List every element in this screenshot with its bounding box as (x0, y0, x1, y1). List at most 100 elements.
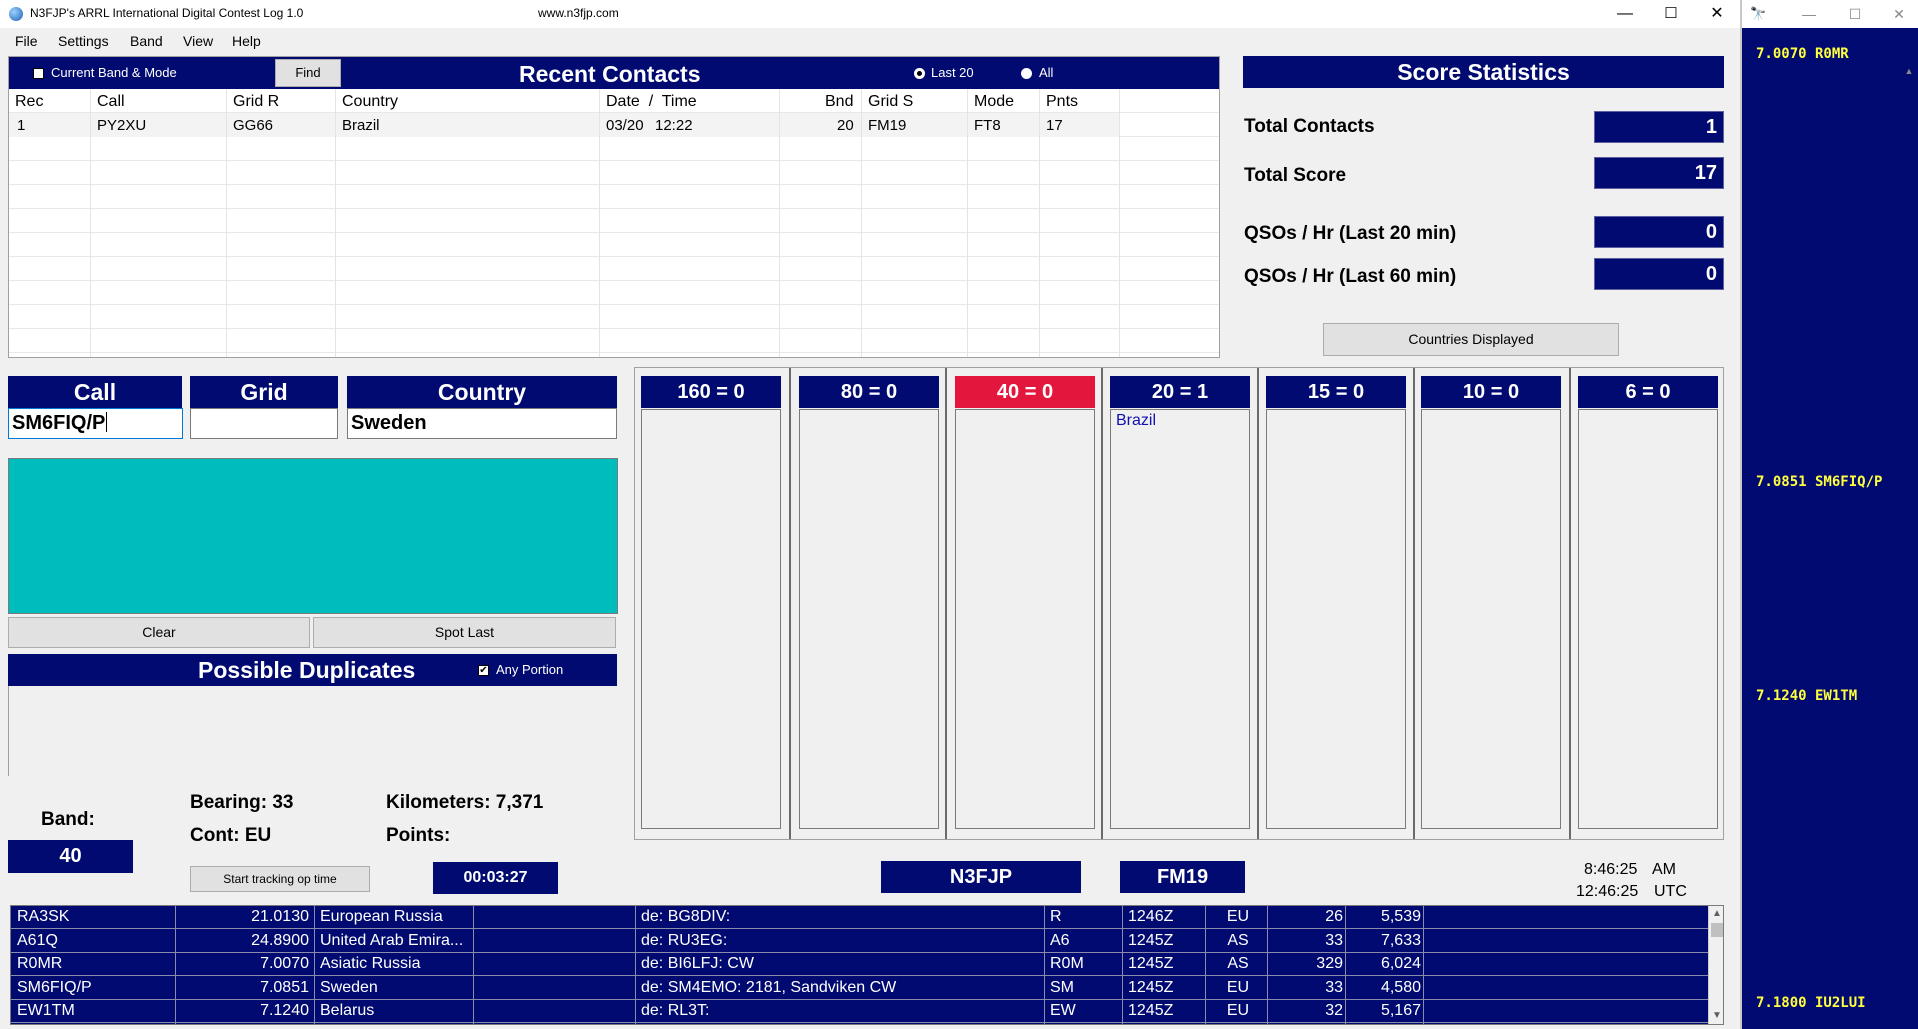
menu-help[interactable]: Help (232, 33, 261, 49)
spot-call: R0MR (17, 955, 63, 972)
spot-row[interactable]: A61Q 24.8900 United Arab Emira... de: RU3EG… (11, 930, 1709, 953)
col-header-date-time[interactable]: Date / Time (606, 93, 697, 111)
band-15-header: 15 = 0 (1266, 376, 1406, 408)
recent-contacts-header: Current Band & Mode Find Recent Contacts… (9, 57, 1219, 89)
spot-time: 1245Z (1128, 931, 1174, 949)
info-display-box (8, 458, 618, 614)
utc-label: UTC (1654, 883, 1687, 900)
menu-file[interactable]: File (15, 33, 38, 49)
spot-extra (479, 979, 629, 1002)
spot-bearing: 33 (1325, 931, 1343, 949)
spot-comment: de: BG8DIV: (641, 908, 731, 925)
table-row[interactable] (9, 113, 1119, 137)
scroll-down-arrow-icon[interactable]: ▼ (1709, 1008, 1723, 1024)
qso-rate-60-label: QSOs / Hr (Last 60 min) (1244, 266, 1457, 287)
col-header-mode[interactable]: Mode (974, 93, 1014, 111)
spot-call: SM6FIQ/P (17, 978, 92, 996)
spot-bearing: 26 (1325, 908, 1343, 925)
grid-input[interactable] (190, 408, 338, 439)
menu-view[interactable]: View (183, 33, 213, 49)
menu-band[interactable]: Band (130, 33, 163, 49)
col-header-grid-r[interactable]: Grid R (233, 93, 279, 111)
spot-last-button[interactable]: Spot Last (313, 617, 616, 648)
last-20-radio[interactable] (914, 68, 925, 79)
band-map-close-button[interactable]: ✕ (1882, 2, 1916, 26)
current-band-mode-checkbox[interactable] (33, 68, 44, 79)
spot-call: RA3SK (17, 908, 70, 925)
spot-freq: 21.0130 (251, 908, 309, 925)
band-20-list[interactable]: Brazil (1110, 409, 1250, 829)
cell-call: PY2XU (97, 117, 147, 134)
cell-pnts: 17 (1046, 117, 1063, 134)
spot-extra (479, 955, 629, 978)
band-map-scroll-up-icon[interactable]: ▲ (1902, 64, 1916, 78)
recent-contacts-panel: Current Band & Mode Find Recent Contacts… (8, 56, 1220, 358)
col-header-bnd[interactable]: Bnd (825, 93, 853, 111)
band-20-country-brazil[interactable]: Brazil (1116, 412, 1156, 430)
spot-prefix: A6 (1050, 931, 1070, 949)
col-header-pnts[interactable]: Pnts (1046, 93, 1078, 111)
spot-cont: AS (1227, 931, 1249, 949)
band-map-spot[interactable]: 7.1800 IU2LUI (1756, 995, 1866, 1011)
find-button[interactable]: Find (275, 59, 341, 87)
score-statistics-title: Score Statistics (1243, 56, 1724, 88)
call-input-value: SM6FIQ/P (12, 412, 106, 434)
local-am-pm: AM (1652, 861, 1676, 878)
utc-time: 12:46:25 (1576, 883, 1639, 900)
band-map-spot[interactable]: 7.1240 EW1TM (1756, 688, 1857, 704)
close-button[interactable]: ✕ (1694, 0, 1740, 28)
band-map-maximize-button[interactable]: ☐ (1838, 2, 1872, 26)
spot-freq: 7.0070 (260, 955, 309, 972)
band-10-list[interactable] (1421, 409, 1561, 829)
any-portion-checkbox[interactable]: ✔ (478, 665, 489, 676)
clear-button[interactable]: Clear (8, 617, 310, 648)
last-20-label: Last 20 (931, 65, 974, 80)
minimize-button[interactable]: — (1602, 0, 1648, 28)
total-score-label: Total Score (1244, 165, 1347, 186)
spot-bearing: 329 (1316, 955, 1343, 972)
spot-comment: de: BI6LFJ: CW (641, 955, 754, 972)
spot-row[interactable]: R0MR 7.0070 Asiatic Russia de: BI6LFJ: CW R0… (11, 953, 1709, 976)
country-input[interactable]: Sweden (347, 408, 617, 439)
band-map-scrollbar[interactable]: ▲ (1900, 28, 1918, 1029)
possible-duplicates-list[interactable] (8, 686, 617, 776)
menu-settings[interactable]: Settings (58, 33, 109, 49)
col-header-country[interactable]: Country (342, 93, 398, 111)
recent-contacts-table[interactable]: Rec Call Grid R Country Date / Time Bnd … (9, 89, 1219, 357)
band-40-list[interactable] (955, 409, 1095, 829)
band-map-spot[interactable]: 7.0070 R0MR (1756, 46, 1849, 62)
spot-cont: EU (1226, 1002, 1250, 1019)
spot-dist: 5,539 (1380, 908, 1421, 925)
spots-scrollbar[interactable]: ▲ ▼ (1708, 906, 1723, 1024)
points-readout: Points: (386, 825, 451, 846)
spot-dist: 7,633 (1380, 931, 1421, 949)
bearing-readout: Bearing: 33 (190, 792, 294, 813)
scroll-up-arrow-icon[interactable]: ▲ (1709, 906, 1723, 922)
band-map-minimize-button[interactable]: — (1792, 2, 1826, 26)
dx-spots-table[interactable]: RA3SK 21.0130 European Russia de: BG8DIV: R 1… (10, 905, 1724, 1025)
call-input[interactable]: SM6FIQ/P (8, 408, 183, 439)
band-map-spot[interactable]: 7.0851 SM6FIQ/P (1756, 474, 1882, 490)
col-header-rec[interactable]: Rec (15, 93, 43, 111)
band-value: 40 (8, 840, 133, 873)
band-15-list[interactable] (1266, 409, 1406, 829)
countries-displayed-button[interactable]: Countries Displayed (1323, 323, 1619, 356)
all-radio[interactable] (1021, 68, 1032, 79)
start-tracking-op-time-button[interactable]: Start tracking op time (190, 866, 370, 892)
spot-row[interactable]: RA3SK 21.0130 European Russia de: BG8DIV: R 1… (11, 906, 1709, 929)
band-80-list[interactable] (799, 409, 939, 829)
spot-country: Sweden (320, 978, 378, 996)
spot-row[interactable]: EW1TM 7.1240 Belarus de: RL3T: EW 1245Z EU 32 5,… (11, 1000, 1709, 1023)
band-160-list[interactable] (641, 409, 781, 829)
total-contacts-label: Total Contacts (1244, 116, 1375, 137)
cell-country: Brazil (342, 117, 380, 134)
spot-row[interactable]: SM6FIQ/P 7.0851 Sweden de: SM4EMO: 2181, Sa… (11, 977, 1709, 1000)
maximize-button[interactable]: ☐ (1648, 0, 1694, 28)
col-header-call[interactable]: Call (97, 93, 125, 111)
band-6-list[interactable] (1578, 409, 1718, 829)
scroll-thumb[interactable] (1711, 923, 1723, 937)
cell-grid-s: FM19 (868, 117, 907, 134)
spot-country: United Arab Emira... (320, 931, 464, 949)
band-40-header: 40 = 0 (955, 376, 1095, 408)
col-header-grid-s[interactable]: Grid S (868, 93, 913, 111)
